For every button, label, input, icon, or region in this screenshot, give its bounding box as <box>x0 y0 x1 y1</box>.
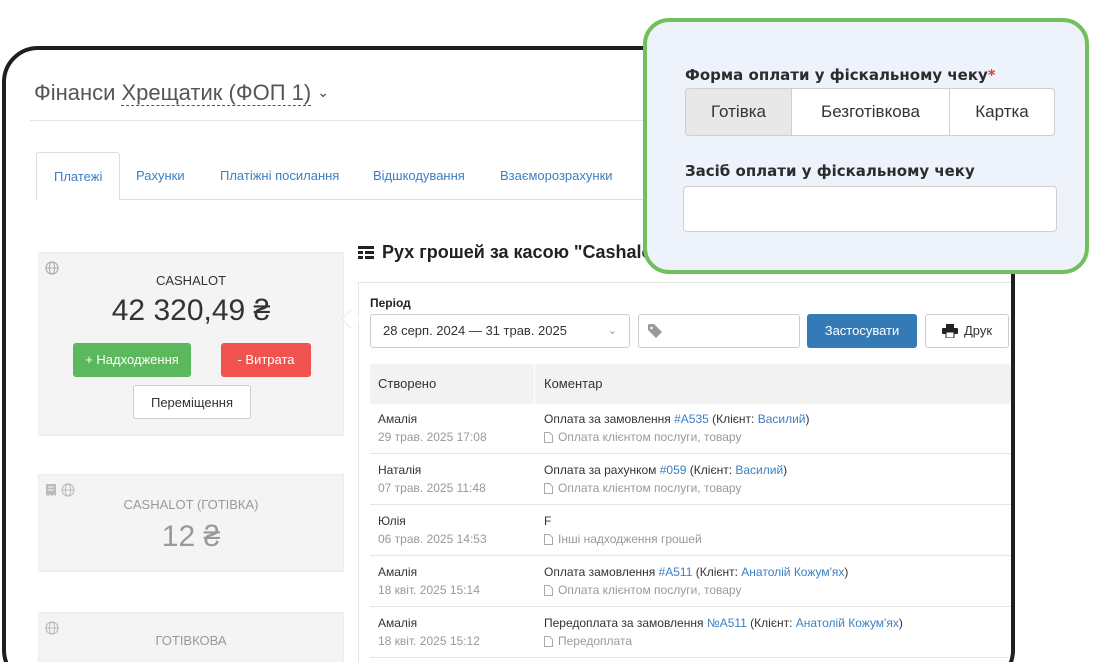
account-name: ГОТІВКОВА <box>155 633 227 648</box>
payment-means-label: Засіб оплати у фіскальному чеку <box>685 162 975 180</box>
account-balance: 12 ₴ <box>161 520 221 553</box>
apply-button[interactable]: Застосувати <box>807 314 917 348</box>
add-income-button[interactable]: + Надходження <box>73 343 191 377</box>
created-at: 18 квіт. 2025 15:12 <box>378 634 480 648</box>
column-comment: Коментар <box>544 376 603 391</box>
section-title: Фінанси <box>34 80 116 105</box>
document-icon <box>544 635 553 647</box>
client-link[interactable]: Василий <box>758 412 806 426</box>
globe-icon <box>61 483 75 497</box>
document-icon <box>544 482 553 494</box>
account-name: CASHALOT (ГОТІВКА) <box>123 497 259 512</box>
globe-icon <box>45 261 59 275</box>
account-balance: 42 320,49 ₴ <box>111 294 271 327</box>
account-card[interactable]: CASHALOT 42 320,49 ₴ + Надходження - Вит… <box>38 252 344 436</box>
client-link[interactable]: Анатолій Кожум'ях <box>796 616 899 630</box>
globe-icon <box>45 621 59 635</box>
cash-flow-title: Рух грошей за касою "Cashalo <box>358 242 653 263</box>
tab-settlements[interactable]: Взаєморозрахунки <box>483 152 630 200</box>
payment-category: Передоплата <box>544 634 632 648</box>
table-row[interactable]: Амалія 18 квіт. 2025 15:14 Оплата замовлен… <box>370 557 1011 607</box>
table-row[interactable]: Амалія 18 квіт. 2025 15:12 Передоплата за … <box>370 608 1011 658</box>
period-label: Період <box>370 296 411 310</box>
table-icon <box>358 245 374 259</box>
transfer-button[interactable]: Переміщення <box>133 385 251 419</box>
order-link[interactable]: №A511 <box>707 616 747 630</box>
comment-text: Оплата за рахунком #059 (Клієнт: Василий… <box>544 463 788 477</box>
payment-form-label: Форма оплати у фіскальному чеку* <box>685 66 996 84</box>
tab-payment-links[interactable]: Платіжні посилання <box>203 152 356 200</box>
tab-accounts[interactable]: Рахунки <box>119 152 202 200</box>
required-mark: * <box>987 66 996 84</box>
page-title: Фінанси Хрещатик (ФОП 1) ⌄ <box>34 80 329 106</box>
print-button[interactable]: Друк <box>925 314 1009 348</box>
created-at: 06 трав. 2025 14:53 <box>378 532 487 546</box>
comment-text: Оплата за замовлення #A535 (Клієнт: Васи… <box>544 412 810 426</box>
store-selector[interactable]: Хрещатик (ФОП 1) <box>121 80 312 106</box>
payment-means-input[interactable] <box>683 186 1057 232</box>
column-created: Створено <box>378 376 437 391</box>
document-icon <box>544 533 553 545</box>
option-cash[interactable]: Готівка <box>686 89 792 135</box>
created-at: 07 трав. 2025 11:48 <box>378 481 486 495</box>
chevron-down-icon: ⌄ <box>607 325 617 337</box>
fiscal-payment-callout: Форма оплати у фіскальному чеку* Готівка… <box>643 18 1089 274</box>
order-link[interactable]: #A511 <box>659 565 693 579</box>
payment-category: Інші надходження грошей <box>544 532 702 546</box>
comment-text: F <box>544 514 552 528</box>
order-link[interactable]: #059 <box>660 463 687 477</box>
payment-category: Оплата клієнтом послуги, товару <box>544 583 741 597</box>
created-at: 18 квіт. 2025 15:14 <box>378 583 480 597</box>
created-by: Юлія <box>378 514 406 528</box>
created-by: Наталія <box>378 463 422 477</box>
created-by: Амалія <box>378 412 418 426</box>
tab-refunds[interactable]: Відшкодування <box>356 152 482 200</box>
tab-payments[interactable]: Платежі <box>36 152 121 201</box>
table-row[interactable]: Амалія 29 трав. 2025 17:08 Оплата за замов… <box>370 404 1011 454</box>
order-link[interactable]: #A535 <box>674 412 709 426</box>
comment-text: Оплата замовлення #A511 (Клієнт: Анатолі… <box>544 565 849 579</box>
period-select[interactable]: 28 серп. 2024 — 31 трав. 2025 ⌄ <box>370 314 630 348</box>
printer-icon <box>941 324 958 338</box>
created-by: Амалія <box>378 565 418 579</box>
created-at: 29 трав. 2025 17:08 <box>378 430 487 444</box>
payment-category: Оплата клієнтом послуги, товару <box>544 481 741 495</box>
tag-filter-input[interactable] <box>638 314 800 348</box>
account-name: CASHALOT <box>155 273 227 288</box>
tag-icon <box>648 324 662 338</box>
account-card[interactable]: CASHALOT (ГОТІВКА) 12 ₴ <box>38 474 344 572</box>
document-icon <box>544 431 553 443</box>
comment-text: Передоплата за замовлення №A511 (Клієнт:… <box>544 616 903 630</box>
chevron-down-icon[interactable]: ⌄ <box>317 84 329 100</box>
payment-form-selector[interactable]: Готівка Безготівкова Картка <box>685 88 1055 136</box>
document-icon <box>544 584 553 596</box>
payment-category: Оплата клієнтом послуги, товару <box>544 430 741 444</box>
account-card[interactable]: ГОТІВКОВА <box>38 612 344 662</box>
created-by: Амалія <box>378 616 418 630</box>
receipt-icon <box>46 484 56 496</box>
table-row[interactable]: Наталія 07 трав. 2025 11:48 Оплата за раху… <box>370 455 1011 505</box>
option-cashless[interactable]: Безготівкова <box>792 89 950 135</box>
table-header: Створено Коментар <box>370 364 1011 404</box>
option-card[interactable]: Картка <box>950 89 1054 135</box>
client-link[interactable]: Анатолій Кожум'ях <box>741 565 844 579</box>
table-row[interactable]: Юлія 06 трав. 2025 14:53 F Інші надходження… <box>370 506 1011 556</box>
add-expense-button[interactable]: - Витрата <box>221 343 311 377</box>
client-link[interactable]: Василий <box>735 463 783 477</box>
